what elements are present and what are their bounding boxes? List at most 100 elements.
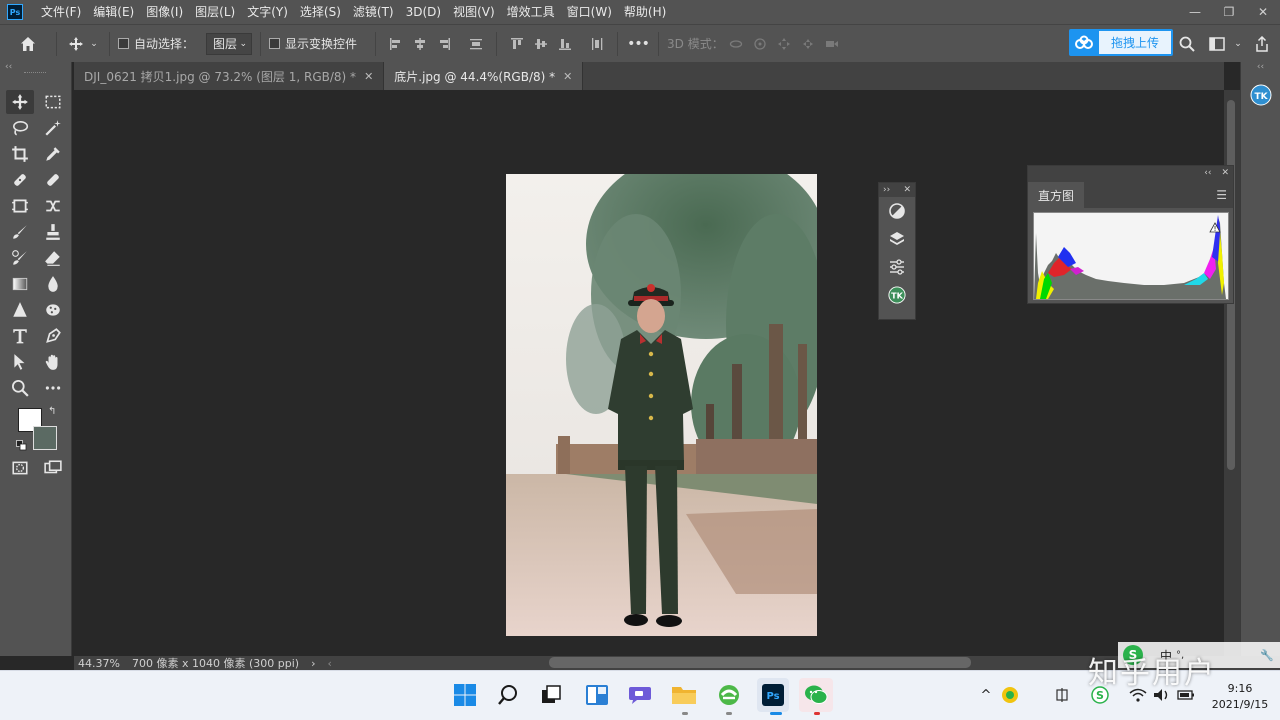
close-icon[interactable]: ✕ xyxy=(1221,168,1229,178)
layers-icon[interactable] xyxy=(879,225,915,253)
expand-panels-icon[interactable]: ›› xyxy=(883,183,890,197)
distribute-horizontal-icon[interactable] xyxy=(585,32,609,56)
close-icon[interactable]: ✕ xyxy=(903,183,911,197)
quick-mask-icon[interactable] xyxy=(6,456,34,480)
menu-layer[interactable]: 图层(L) xyxy=(189,0,241,24)
align-right-icon[interactable] xyxy=(432,32,456,56)
expand-panels-icon[interactable]: ‹‹ xyxy=(1241,62,1280,72)
menu-select[interactable]: 选择(S) xyxy=(294,0,347,24)
3d-orbit-icon[interactable] xyxy=(724,32,748,56)
align-hcenter-icon[interactable] xyxy=(408,32,432,56)
menu-plugins[interactable]: 增效工具 xyxy=(501,0,561,24)
minimize-button[interactable]: — xyxy=(1178,0,1212,24)
input-method-icon[interactable] xyxy=(1052,685,1072,705)
search-icon[interactable] xyxy=(1177,32,1197,56)
marquee-tool-icon[interactable] xyxy=(39,90,67,114)
checkbox-box[interactable] xyxy=(269,38,281,49)
distribute-vertical-icon[interactable] xyxy=(464,32,488,56)
workspace-chevron-icon[interactable]: ⌄ xyxy=(1232,32,1244,56)
lasso-tool-icon[interactable] xyxy=(6,116,34,140)
browser-icon[interactable] xyxy=(714,680,744,710)
tray-overflow-chevron-icon[interactable]: ^ xyxy=(976,685,996,705)
crop-tool-icon[interactable] xyxy=(6,142,34,166)
history-brush-tool-icon[interactable] xyxy=(6,246,34,270)
content-aware-move-icon[interactable] xyxy=(39,194,67,218)
adjustments-icon[interactable] xyxy=(879,197,915,225)
more-options-icon[interactable]: ••• xyxy=(626,32,650,56)
tray-app-icon[interactable] xyxy=(1000,685,1020,705)
eyedropper-tool-icon[interactable] xyxy=(39,142,67,166)
healing-brush-tool-icon[interactable] xyxy=(6,168,34,192)
auto-select-checkbox[interactable]: 自动选择： xyxy=(118,35,194,52)
zoom-tool-icon[interactable] xyxy=(6,376,34,400)
move-tool-icon[interactable] xyxy=(65,32,87,56)
collapse-panel-icon[interactable]: ‹‹ xyxy=(0,62,71,72)
frame-tool-icon[interactable] xyxy=(6,194,34,218)
status-menu-chevron-icon[interactable]: › xyxy=(311,657,315,670)
auto-select-target-select[interactable]: 图层 ⌄ xyxy=(206,32,253,55)
photoshop-taskbar-icon[interactable]: Ps xyxy=(757,678,789,712)
menu-edit[interactable]: 编辑(E) xyxy=(87,0,140,24)
task-view-icon[interactable] xyxy=(536,680,566,710)
screen-mode-icon[interactable] xyxy=(39,456,67,480)
align-bottom-icon[interactable] xyxy=(553,32,577,56)
menu-filter[interactable]: 滤镜(T) xyxy=(347,0,400,24)
swap-colors-icon[interactable]: ↰ xyxy=(48,406,60,418)
pen-tool-icon[interactable] xyxy=(39,324,67,348)
restore-button[interactable]: ❐ xyxy=(1212,0,1246,24)
menu-type[interactable]: 文字(Y) xyxy=(241,0,294,24)
clone-stamp-tool-icon[interactable] xyxy=(39,220,67,244)
path-selection-tool-icon[interactable] xyxy=(6,350,34,374)
checkbox-box[interactable] xyxy=(118,38,129,49)
brush-tool-icon[interactable] xyxy=(6,220,34,244)
tk-plugin-icon[interactable]: TK xyxy=(1250,84,1272,106)
wrench-icon[interactable]: 🔧 xyxy=(1260,649,1274,662)
widgets-icon[interactable] xyxy=(582,680,612,710)
document-tab[interactable]: DJI_0621 拷贝1.jpg @ 73.2% (图层 1, RGB/8) *… xyxy=(74,62,385,90)
align-vcenter-icon[interactable] xyxy=(529,32,553,56)
sponge-tool-icon[interactable] xyxy=(39,298,67,322)
chat-icon[interactable] xyxy=(625,680,655,710)
3d-roll-icon[interactable] xyxy=(748,32,772,56)
tool-preset-chevron-icon[interactable]: ⌄ xyxy=(87,32,101,56)
3d-pan-icon[interactable] xyxy=(772,32,796,56)
edit-toolbar-icon[interactable] xyxy=(39,376,67,400)
panel-menu-icon[interactable]: ☰ xyxy=(1216,188,1227,202)
menu-window[interactable]: 窗口(W) xyxy=(561,0,618,24)
file-explorer-icon[interactable] xyxy=(669,680,699,710)
document-tab[interactable]: 底片.jpg @ 44.4%(RGB/8) * ✕ xyxy=(384,62,584,90)
tk-plugin-icon[interactable]: TK xyxy=(879,281,915,309)
menu-3d[interactable]: 3D(D) xyxy=(400,0,447,24)
background-color-swatch[interactable] xyxy=(33,426,57,450)
move-tool-icon[interactable] xyxy=(6,90,34,114)
menu-help[interactable]: 帮助(H) xyxy=(618,0,672,24)
zoom-level[interactable]: 44.37% xyxy=(78,657,130,670)
menu-file[interactable]: 文件(F) xyxy=(35,0,87,24)
start-menu-icon[interactable] xyxy=(450,680,480,710)
cloud-upload-button[interactable]: 拖拽上传 xyxy=(1069,29,1173,56)
close-icon[interactable]: ✕ xyxy=(563,70,572,83)
menu-image[interactable]: 图像(I) xyxy=(140,0,189,24)
type-tool-icon[interactable] xyxy=(6,324,34,348)
blur-tool-icon[interactable] xyxy=(39,272,67,296)
show-transform-checkbox[interactable]: 显示变换控件 xyxy=(269,35,357,52)
collapse-icon[interactable]: ‹‹ xyxy=(1204,168,1211,178)
share-icon[interactable] xyxy=(1252,32,1272,56)
workspace-icon[interactable] xyxy=(1207,32,1227,56)
eraser-tool-icon[interactable] xyxy=(39,246,67,270)
search-icon[interactable] xyxy=(493,680,523,710)
photo-canvas[interactable] xyxy=(506,174,817,636)
default-colors-icon[interactable] xyxy=(16,440,27,451)
scroll-left-icon[interactable]: ‹ xyxy=(328,657,332,670)
hand-tool-icon[interactable] xyxy=(39,350,67,374)
properties-icon[interactable] xyxy=(879,253,915,281)
gradient-tool-icon[interactable] xyxy=(6,272,34,296)
close-icon[interactable]: ✕ xyxy=(364,70,373,83)
close-window-button[interactable]: ✕ xyxy=(1246,0,1280,24)
menu-view[interactable]: 视图(V) xyxy=(447,0,501,24)
dodge-tool-icon[interactable] xyxy=(6,298,34,322)
tab-histogram[interactable]: 直方图 xyxy=(1028,182,1085,208)
magic-wand-tool-icon[interactable] xyxy=(39,116,67,140)
horizontal-scrollbar-thumb[interactable] xyxy=(549,657,971,668)
home-icon[interactable] xyxy=(8,32,48,56)
